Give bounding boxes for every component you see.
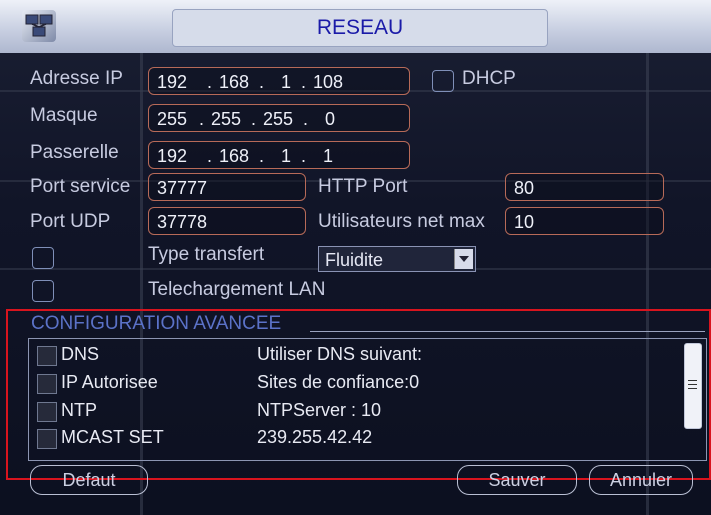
dhcp-checkbox[interactable] (432, 70, 454, 92)
dhcp-label: DHCP (462, 68, 516, 89)
ip-address-label: Adresse IP (30, 68, 123, 89)
lan-download-checkbox[interactable] (32, 280, 54, 302)
max-users-input[interactable]: 10 (505, 207, 664, 235)
network-settings-icon (22, 10, 56, 42)
chevron-down-icon[interactable] (454, 249, 473, 269)
gateway-label: Passerelle (30, 142, 119, 163)
subnet-mask-label: Masque (30, 105, 98, 126)
title-bar: RESEAU (0, 0, 711, 53)
window-title: RESEAU (172, 9, 548, 47)
http-port-label: HTTP Port (318, 176, 408, 197)
highlight-box (6, 309, 711, 480)
http-port-input[interactable]: 80 (505, 173, 664, 201)
udp-port-input[interactable]: 37778 (148, 207, 306, 235)
transfer-type-value: Fluidite (325, 250, 384, 270)
transfer-type-label: Type transfert (148, 244, 265, 265)
default-button[interactable]: Defaut (30, 465, 148, 495)
max-users-label: Utilisateurs net max (318, 211, 485, 232)
subnet-mask-input[interactable]: 255. 255. 255. 0 (148, 104, 410, 132)
service-port-label: Port service (30, 176, 131, 197)
ip-address-input[interactable]: 192. 168. 1. 108 (148, 67, 410, 95)
network-settings-window: RESEAU Adresse IP 192. 168. 1. 108 DHCP Mas… (0, 0, 711, 515)
cancel-button[interactable]: Annuler (589, 465, 693, 495)
gateway-input[interactable]: 192. 168. 1. 1 (148, 141, 410, 169)
udp-port-label: Port UDP (30, 211, 111, 232)
lan-download-label: Telechargement LAN (148, 279, 326, 300)
transfer-type-select[interactable]: Fluidite (318, 246, 476, 272)
save-button[interactable]: Sauver (457, 465, 577, 495)
transfer-type-checkbox[interactable] (32, 247, 54, 269)
service-port-input[interactable]: 37777 (148, 173, 306, 201)
